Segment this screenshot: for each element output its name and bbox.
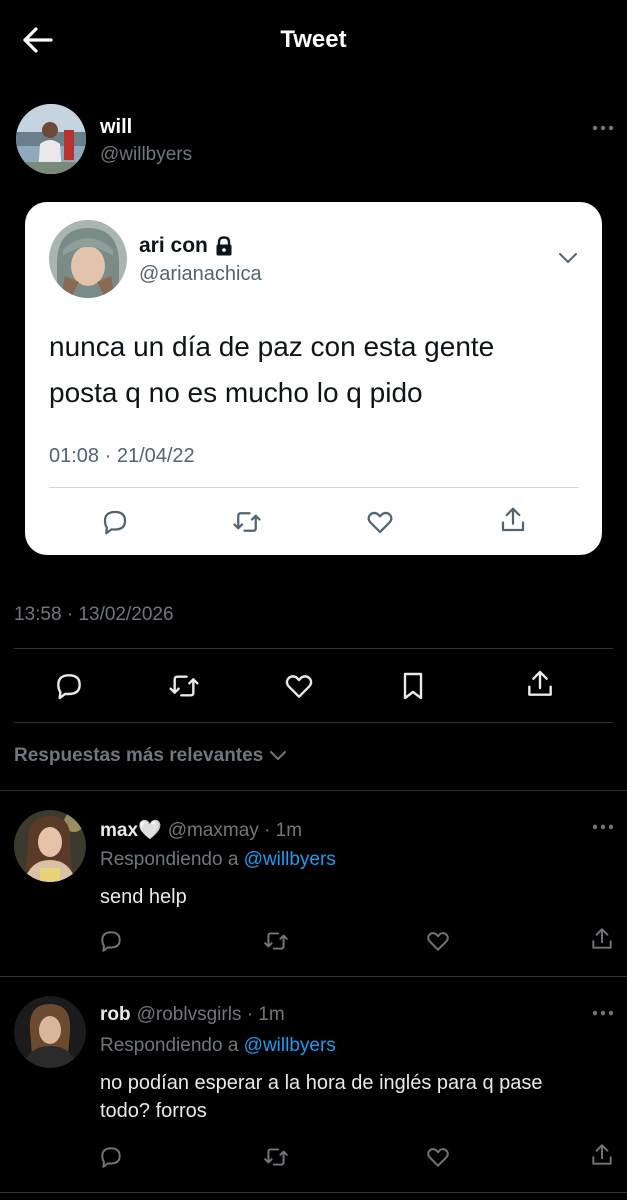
reply-author-meta[interactable]: @maxmay · 1m [168, 820, 302, 842]
embedded-tweet-card[interactable]: ari con @arianachica nunca un día de paz… [25, 202, 602, 555]
reply-text-line: send help [100, 886, 187, 908]
quoted-author-name[interactable]: ari con [139, 234, 234, 258]
retweet-icon [264, 932, 288, 950]
reply-retweet-button[interactable] [263, 1144, 289, 1170]
divider [0, 1192, 627, 1193]
quoted-author-name-text: ari con [139, 234, 208, 257]
reply-header: rob @roblvsgirls · 1m [100, 1004, 285, 1026]
reply-icon [101, 1147, 121, 1168]
quoted-retweet-button[interactable] [232, 507, 262, 537]
replying-to: Respondiendo a @willbyers [100, 1035, 336, 1057]
reply-button[interactable] [53, 670, 85, 702]
share-icon [592, 1144, 612, 1165]
bookmark-button[interactable] [397, 670, 429, 702]
more-options-button[interactable] [592, 124, 614, 132]
reply-text: send help [100, 883, 610, 911]
replying-to-link[interactable]: @willbyers [244, 1035, 336, 1056]
reply-avatar[interactable] [14, 996, 86, 1068]
tweet-timestamp[interactable]: 13:58 · 13/02/2026 [14, 604, 174, 626]
replies-sort-label: Respuestas más relevantes [14, 745, 264, 766]
retweet-icon [169, 675, 199, 697]
share-icon [592, 928, 612, 949]
reply-author-meta[interactable]: @roblvsgirls · 1m [137, 1004, 285, 1026]
share-icon [501, 507, 525, 532]
divider [14, 648, 613, 649]
reply-avatar[interactable] [14, 810, 86, 882]
reply-text: no podían esperar a la hora de inglés pa… [100, 1069, 610, 1125]
chevron-down-icon [270, 751, 287, 760]
retweet-button[interactable] [168, 670, 200, 702]
heart-icon [367, 511, 393, 534]
quoted-reply-button[interactable] [100, 507, 130, 537]
lock-icon [216, 236, 232, 256]
reply-icon [57, 674, 81, 700]
reply-reply-button[interactable] [98, 928, 124, 954]
share-button[interactable] [524, 668, 556, 700]
divider [0, 790, 627, 791]
reply-reply-button[interactable] [98, 1144, 124, 1170]
reply-more-button[interactable] [592, 823, 614, 831]
reply-author-name[interactable]: max🤍 [100, 818, 162, 842]
quoted-text-line: nunca un día de paz con esta gente [49, 331, 495, 362]
quoted-like-button[interactable] [365, 507, 395, 537]
author-name[interactable]: will [100, 116, 132, 139]
quoted-avatar[interactable] [49, 220, 127, 298]
page-title: Tweet [280, 26, 347, 53]
quoted-menu-button[interactable] [557, 251, 579, 265]
replying-to-prefix: Respondiendo a [100, 1035, 239, 1056]
reply-icon [103, 510, 127, 535]
more-icon [592, 1010, 614, 1016]
reply-share-button[interactable] [589, 1142, 615, 1168]
chevron-down-icon [559, 253, 577, 263]
reply-like-button[interactable] [425, 928, 451, 954]
replies-sort-dropdown[interactable]: Respuestas más relevantes [14, 745, 287, 767]
retweet-icon [233, 512, 261, 532]
reply-more-button[interactable] [592, 1009, 614, 1017]
divider [49, 487, 579, 488]
retweet-icon [264, 1148, 288, 1166]
more-icon [592, 125, 614, 131]
reply-header: max🤍 @maxmay · 1m [100, 818, 302, 842]
author-avatar[interactable] [16, 104, 86, 174]
divider [0, 976, 627, 977]
more-icon [592, 824, 614, 830]
reply-text-line: no podían esperar a la hora de inglés pa… [100, 1072, 543, 1094]
reply-like-button[interactable] [425, 1144, 451, 1170]
reply-text-line: todo? forros [100, 1100, 207, 1122]
heart-icon [427, 932, 449, 951]
replying-to: Respondiendo a @willbyers [100, 849, 336, 871]
like-button[interactable] [283, 670, 315, 702]
replying-to-link[interactable]: @willbyers [244, 849, 336, 870]
bookmark-icon [403, 672, 423, 700]
author-handle[interactable]: @willbyers [100, 144, 192, 166]
heart-icon [427, 1148, 449, 1167]
quoted-timestamp[interactable]: 01:08 · 21/04/22 [49, 445, 195, 468]
quoted-tweet-text: nunca un día de paz con esta gente posta… [49, 324, 569, 416]
quoted-text-line: posta q no es mucho lo q pido [49, 377, 423, 408]
reply-retweet-button[interactable] [263, 928, 289, 954]
replying-to-prefix: Respondiendo a [100, 849, 239, 870]
reply-icon [101, 931, 121, 952]
reply-share-button[interactable] [589, 926, 615, 952]
reply-author-name[interactable]: rob [100, 1004, 131, 1026]
quoted-share-button[interactable] [498, 505, 528, 535]
share-icon [528, 670, 552, 696]
divider [14, 722, 613, 723]
heart-icon [285, 675, 313, 698]
quoted-author-handle[interactable]: @arianachica [139, 263, 262, 286]
